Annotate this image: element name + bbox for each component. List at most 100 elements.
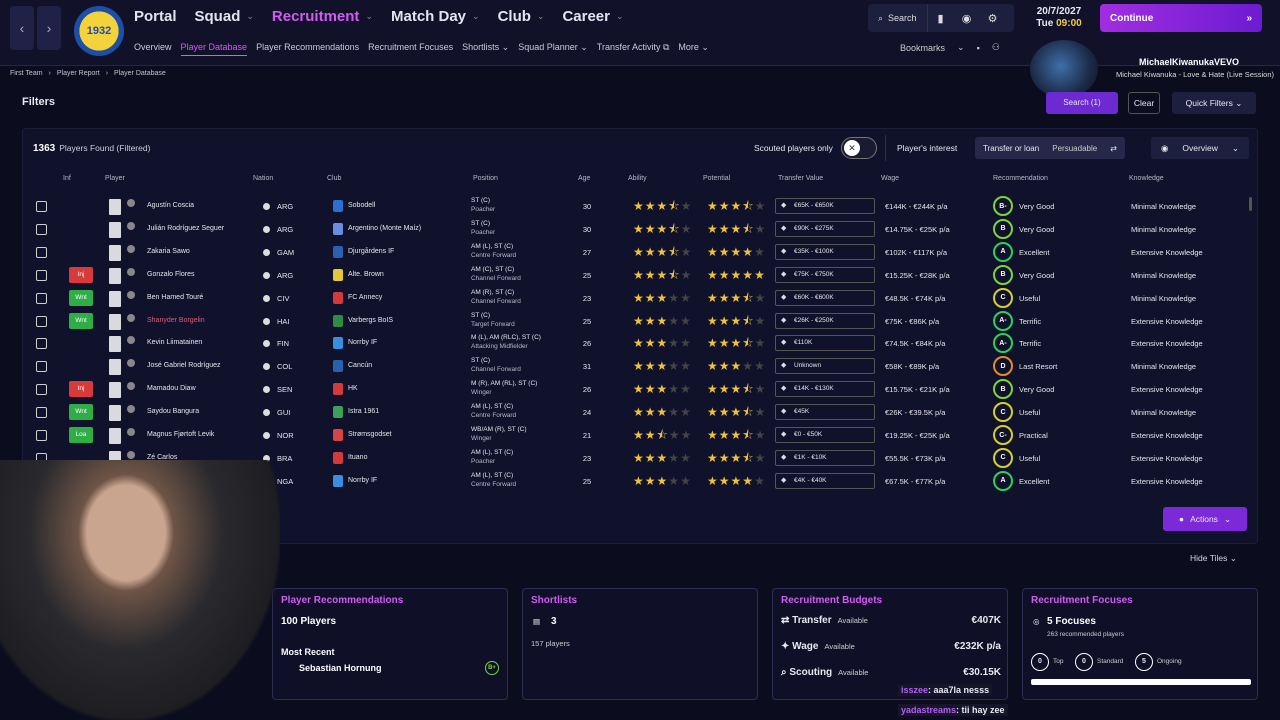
table-row[interactable]: Wnt Shanyder Borgelin HAI Varbergs BoIS ST (… (23, 310, 1259, 333)
sub-nav-item[interactable]: Overview (134, 42, 172, 56)
club-name[interactable]: Ituano (348, 454, 367, 461)
player-info-icon[interactable] (127, 244, 135, 253)
forward-button[interactable]: › (37, 6, 61, 50)
row-checkbox[interactable] (36, 407, 47, 419)
main-nav-squad[interactable]: Squad ⌄ (195, 8, 254, 25)
row-checkbox[interactable] (36, 430, 47, 441)
player-name[interactable]: Magnus Fjørtoft Levik (147, 431, 214, 438)
table-row[interactable]: Wnt Saydou Bangura GUI Istra 1961 AM (L), ST… (23, 401, 1259, 424)
column-header[interactable]: Wage (881, 175, 899, 182)
player-name[interactable]: Saydou Bangura (147, 408, 199, 415)
column-header[interactable]: Ability (628, 175, 647, 182)
player-info-icon[interactable] (127, 450, 135, 459)
row-checkbox[interactable] (36, 223, 47, 235)
main-nav-match-day[interactable]: Match Day ⌄ (391, 8, 480, 25)
recommendations-tile[interactable]: Player Recommendations 100 Players Most … (272, 588, 508, 700)
club-name[interactable]: Argentino (Monte Maíz) (348, 225, 421, 232)
player-info-icon[interactable] (127, 221, 135, 230)
column-header[interactable]: Club (327, 175, 341, 182)
row-checkbox[interactable] (36, 292, 47, 304)
scouted-only-toggle[interactable]: ✕ (841, 137, 877, 159)
club-name[interactable]: Norrby IF (348, 339, 377, 346)
table-row[interactable]: Inj Gonzalo Flores ARG Alte. Brown AM (C), S… (23, 264, 1259, 287)
shortlists-tile[interactable]: Shortlists 3 ▤ 157 players (522, 588, 758, 700)
player-info-icon[interactable] (127, 199, 135, 207)
row-checkbox[interactable] (36, 246, 47, 258)
player-name[interactable]: Ben Hamed Touré (147, 294, 203, 301)
continue-button[interactable]: Continue » (1100, 4, 1262, 32)
sub-nav-item[interactable]: More ⌄ (678, 42, 709, 56)
club-logo[interactable]: 1932 (74, 6, 124, 56)
player-info-icon[interactable] (127, 313, 135, 322)
column-header[interactable]: Position (473, 175, 498, 182)
main-nav-career[interactable]: Career ⌄ (562, 8, 623, 25)
row-checkbox[interactable] (36, 269, 47, 281)
column-header[interactable]: Inf (63, 175, 71, 182)
breadcrumb-item[interactable]: First Team (10, 70, 43, 77)
club-name[interactable]: Alte. Brown (348, 271, 384, 278)
filters-title[interactable]: Filters (22, 96, 55, 108)
column-header[interactable]: Knowledge (1129, 175, 1164, 182)
table-row[interactable]: Inj Mamadou Diaw SEN HK M (R), AM (RL), ST (… (23, 378, 1259, 401)
player-info-icon[interactable] (127, 290, 135, 299)
column-header[interactable]: Recommendation (993, 175, 1048, 182)
row-checkbox[interactable] (36, 361, 47, 373)
column-header[interactable]: Transfer Value (778, 175, 823, 182)
sub-nav-item[interactable]: Player Database (180, 42, 248, 56)
club-name[interactable]: Istra 1961 (348, 408, 379, 415)
ball-icon[interactable]: ◉ (954, 12, 980, 25)
search-button[interactable]: ⌕ Search (868, 4, 928, 32)
people-icon[interactable]: ⚇ (992, 42, 1000, 53)
focuses-tile[interactable]: Recruitment Focuses 5 Focuses ◎ 263 reco… (1022, 588, 1258, 700)
column-header[interactable]: Player (105, 175, 125, 182)
player-info-icon[interactable] (127, 382, 135, 391)
main-nav-recruitment[interactable]: Recruitment ⌄ (272, 8, 373, 25)
chat-icon[interactable]: ▪ (977, 43, 980, 53)
table-row[interactable]: Zakaria Sawo GAM Djurgårdens IF AM (L), ST … (23, 241, 1259, 264)
main-nav-club[interactable]: Club ⌄ (498, 8, 545, 25)
player-info-icon[interactable] (127, 428, 135, 436)
bookmarks-button[interactable]: Bookmarks (900, 43, 945, 53)
most-recent-player[interactable]: Sebastian Hornung (299, 663, 382, 673)
column-header[interactable]: Nation (253, 175, 273, 182)
player-name[interactable]: José Gabriel Rodríguez (147, 362, 221, 369)
club-name[interactable]: Djurgårdens IF (348, 248, 394, 255)
club-name[interactable]: Sobodell (348, 202, 375, 209)
player-info-icon[interactable] (127, 405, 135, 414)
player-info-icon[interactable] (127, 267, 135, 276)
sub-nav-item[interactable]: Shortlists ⌄ (462, 42, 509, 56)
player-info-icon[interactable] (127, 336, 135, 345)
club-name[interactable]: Cancún (348, 362, 372, 369)
hide-tiles-button[interactable]: Hide Tiles ⌄ (1190, 553, 1237, 564)
player-name[interactable]: Zakaria Sawo (147, 248, 190, 255)
actions-button[interactable]: ● Actions ⌄ (1163, 507, 1247, 531)
sub-nav-item[interactable]: Transfer Activity ⧉ (597, 42, 670, 56)
sub-nav-item[interactable]: Player Recommendations (256, 42, 359, 56)
row-checkbox[interactable] (36, 338, 47, 350)
main-nav-portal[interactable]: Portal (134, 8, 177, 25)
player-name[interactable]: Shanyder Borgelin (147, 317, 205, 324)
table-row[interactable]: Julián Rodríguez Seguer ARG Argentino (Mon… (23, 218, 1259, 241)
club-name[interactable]: Strømsgodset (348, 431, 392, 438)
interest-select[interactable]: Transfer or loan Persuadable ⇄ (975, 137, 1125, 159)
club-name[interactable]: HK (348, 385, 358, 392)
search-filter-button[interactable]: Search (1) (1046, 92, 1118, 114)
table-row[interactable]: Loa Magnus Fjørtoft Levik NOR Strømsgodset W… (23, 424, 1259, 447)
club-name[interactable]: Varbergs BoIS (348, 317, 393, 324)
player-name[interactable]: Julián Rodríguez Seguer (147, 225, 224, 232)
clear-button[interactable]: Clear (1128, 92, 1160, 114)
column-header[interactable]: Potential (703, 175, 730, 182)
view-select[interactable]: ◉ Overview ⌄ (1151, 137, 1249, 159)
club-name[interactable]: Norrby IF (348, 477, 377, 484)
row-checkbox[interactable] (36, 315, 47, 327)
player-info-icon[interactable] (127, 359, 135, 368)
table-row[interactable]: Wnt Ben Hamed Touré CIV FC Annecy AM (R), ST… (23, 287, 1259, 310)
player-name[interactable]: Agustín Coscia (147, 202, 194, 209)
back-button[interactable]: ‹ (10, 6, 34, 50)
sub-nav-item[interactable]: Recruitment Focuses (368, 42, 453, 56)
quick-filters-button[interactable]: Quick Filters ⌄ (1172, 92, 1256, 114)
row-checkbox[interactable] (36, 201, 47, 212)
table-row[interactable]: José Gabriel Rodríguez COL Cancún ST (C) Cha… (23, 355, 1259, 378)
gear-icon[interactable]: ⚙ (980, 12, 1006, 25)
player-name[interactable]: Gonzalo Flores (147, 271, 194, 278)
